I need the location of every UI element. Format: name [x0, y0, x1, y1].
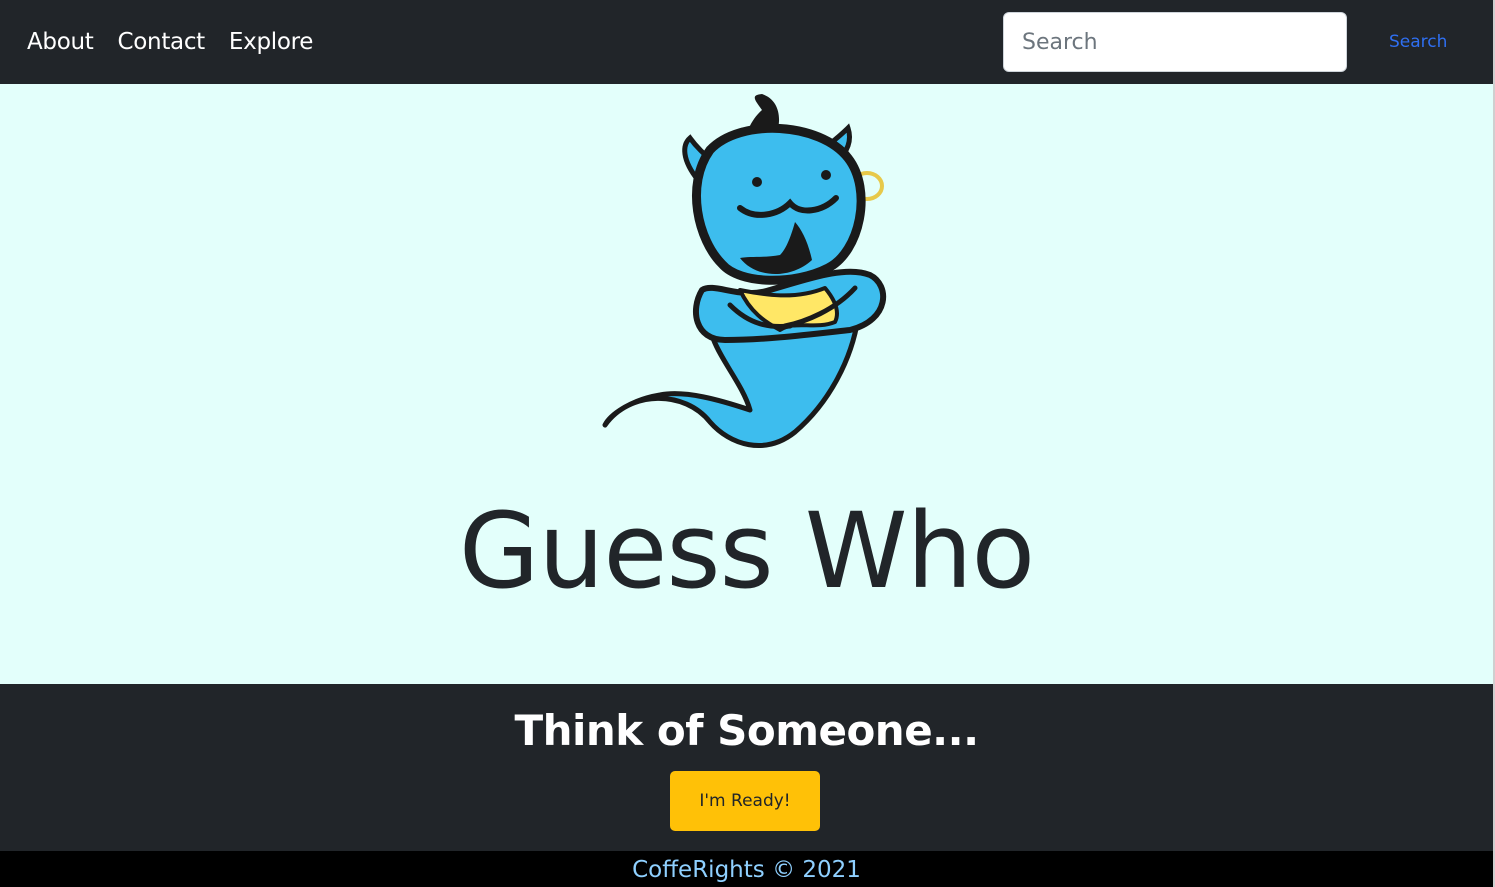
nav-link-about[interactable]: About	[27, 29, 94, 55]
search-button[interactable]: Search	[1379, 24, 1457, 60]
nav-link-contact[interactable]: Contact	[118, 29, 206, 55]
hero-section: Guess Who	[0, 84, 1493, 684]
genie-mascot-icon	[602, 94, 887, 448]
search-form: Search	[1003, 12, 1457, 72]
search-input[interactable]	[1003, 12, 1347, 72]
footer-copyright: CoffeRights © 2021	[632, 857, 861, 883]
nav-links: About Contact Explore	[27, 29, 337, 55]
page-title: Guess Who	[458, 490, 1035, 612]
nav-link-explore[interactable]: Explore	[229, 29, 314, 55]
cta-heading: Think of Someone...	[514, 706, 979, 755]
footer: CoffeRights © 2021	[0, 851, 1493, 887]
im-ready-button[interactable]: I'm Ready!	[670, 771, 820, 831]
cta-section: Think of Someone... I'm Ready!	[0, 684, 1493, 851]
top-navbar: About Contact Explore Search	[0, 0, 1493, 84]
